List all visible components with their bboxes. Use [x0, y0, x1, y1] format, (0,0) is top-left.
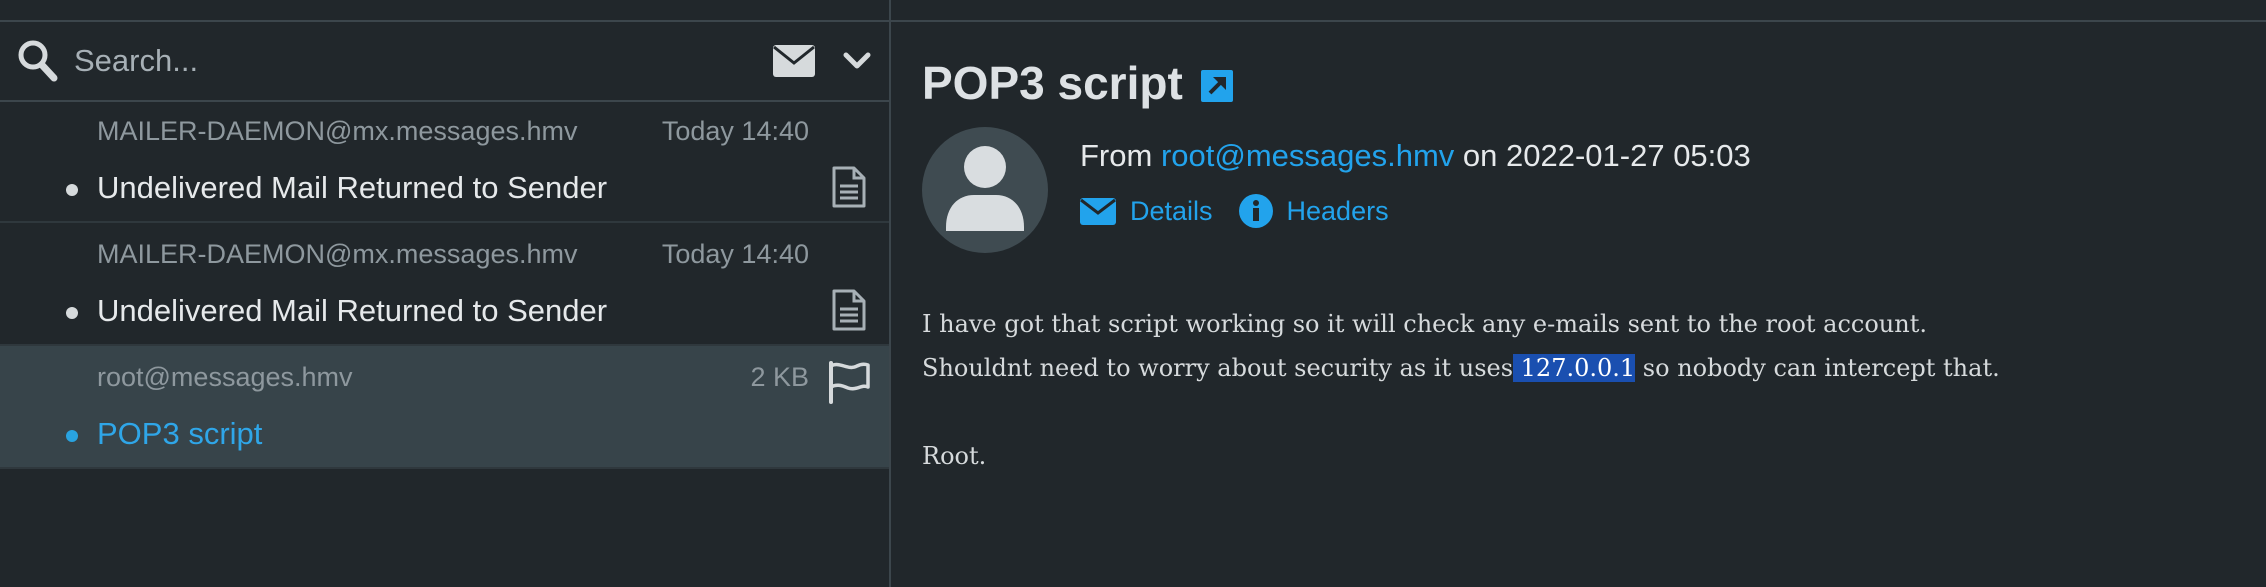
- body-signature: Root.: [922, 442, 987, 470]
- message-title: POP3 script: [922, 57, 1183, 109]
- message-header: POP3 script: [922, 56, 1233, 110]
- flag-icon[interactable]: [826, 360, 872, 404]
- message-actions: Details Headers: [1080, 194, 1415, 228]
- message-subject: POP3 script: [97, 416, 263, 451]
- message-time: Today 14:40: [661, 239, 809, 269]
- user-icon: [946, 146, 1024, 231]
- message-row-selected[interactable]: root@messages.hmv 2 KB POP3 script: [0, 346, 889, 469]
- sender-address-link[interactable]: root@messages.hmv: [1161, 138, 1454, 173]
- info-icon: [1238, 194, 1273, 228]
- details-button[interactable]: Details: [1080, 196, 1213, 227]
- search-bar: [0, 22, 889, 102]
- message-body: I have got that script working so it wil…: [922, 302, 2000, 478]
- message-time: Today 14:40: [661, 116, 809, 146]
- headers-button[interactable]: Headers: [1238, 194, 1389, 228]
- message-list: MAILER-DAEMON@mx.messages.hmv Today 14:4…: [0, 100, 889, 469]
- envelope-icon: [1080, 197, 1116, 225]
- unread-dot: [66, 307, 78, 319]
- body-line-1: I have got that script working so it wil…: [922, 310, 1927, 338]
- from-label: From: [1080, 138, 1161, 173]
- search-input[interactable]: [72, 38, 726, 84]
- message-date: on 2022-01-27 05:03: [1454, 138, 1751, 173]
- message-sender: MAILER-DAEMON@mx.messages.hmv: [97, 116, 578, 146]
- avatar: [922, 127, 1048, 253]
- message-subject: Undelivered Mail Returned to Sender: [97, 170, 608, 205]
- search-icon[interactable]: [16, 38, 58, 82]
- message-row[interactable]: MAILER-DAEMON@mx.messages.hmv Today 14:4…: [0, 223, 889, 346]
- document-icon: [832, 166, 866, 208]
- message-size: 2 KB: [750, 362, 809, 392]
- message-list-pane: MAILER-DAEMON@mx.messages.hmv Today 14:4…: [0, 0, 889, 587]
- message-row[interactable]: MAILER-DAEMON@mx.messages.hmv Today 14:4…: [0, 100, 889, 223]
- headers-label: Headers: [1286, 195, 1389, 226]
- message-subject: Undelivered Mail Returned to Sender: [97, 293, 608, 328]
- unread-dot: [66, 184, 78, 196]
- envelope-icon[interactable]: [772, 44, 816, 78]
- body-line-2-start: Shouldnt need to worry about security as…: [922, 354, 1514, 382]
- document-icon: [832, 289, 866, 331]
- message-reader: POP3 script From root@messages.hmv on 20…: [891, 22, 2266, 587]
- sender-line: From root@messages.hmv on 2022-01-27 05:…: [1080, 138, 1751, 174]
- details-label: Details: [1130, 195, 1213, 226]
- message-sender: MAILER-DAEMON@mx.messages.hmv: [97, 239, 578, 269]
- message-sender: root@messages.hmv: [97, 362, 353, 392]
- body-line-2-end: so nobody can intercept that.: [1635, 354, 2000, 382]
- open-in-new-window-icon[interactable]: [1200, 70, 1233, 102]
- chevron-down-icon[interactable]: [840, 46, 874, 76]
- unread-dot: [66, 430, 78, 442]
- selected-text-highlight: 127.0.0.1: [1513, 354, 1636, 382]
